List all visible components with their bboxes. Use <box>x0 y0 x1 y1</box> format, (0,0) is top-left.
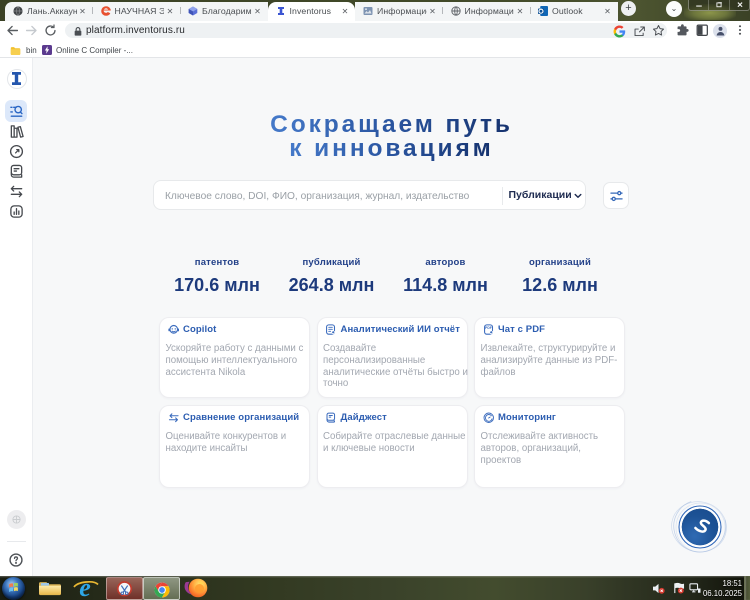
svg-text:e: e <box>79 577 91 599</box>
svg-text:PDF: PDF <box>485 326 492 330</box>
